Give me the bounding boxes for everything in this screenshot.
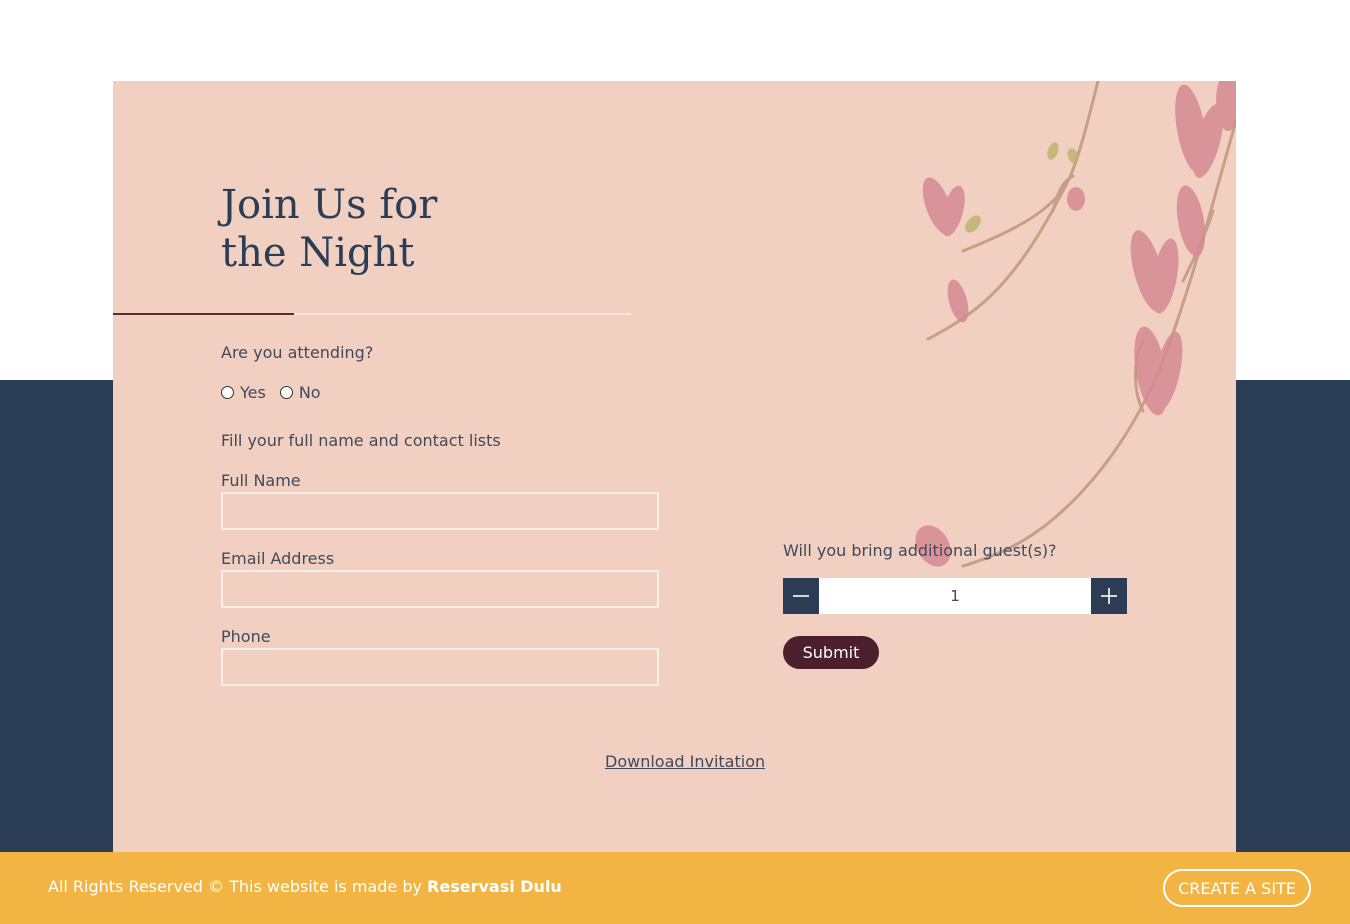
- create-site-button[interactable]: CREATE A SITE: [1163, 869, 1311, 907]
- phone-field[interactable]: [221, 648, 659, 686]
- guest-count-input[interactable]: 1: [819, 578, 1091, 614]
- full-name-field[interactable]: [221, 492, 659, 530]
- attending-question: Are you attending?: [221, 343, 374, 362]
- phone-label: Phone: [221, 627, 271, 646]
- attending-radio-group: Yes No: [221, 383, 335, 402]
- no-radio[interactable]: [279, 386, 293, 399]
- yes-radio-label: Yes: [240, 383, 266, 402]
- radio-option-yes[interactable]: Yes: [221, 383, 266, 402]
- submit-button[interactable]: Submit: [783, 636, 879, 669]
- no-radio-label: No: [298, 383, 321, 402]
- yes-radio[interactable]: [221, 386, 234, 399]
- rsvp-card: Join Us for the Night Are you attending?…: [113, 81, 1236, 852]
- plus-icon: [1101, 588, 1117, 604]
- footer-brand-link[interactable]: Reservasi Dulu: [427, 877, 562, 896]
- minus-icon: [793, 595, 809, 597]
- email-field[interactable]: [221, 570, 659, 608]
- radio-option-no[interactable]: No: [279, 383, 321, 402]
- footer-copyright-text: All Rights Reserved © This website is ma…: [48, 877, 428, 896]
- title-line-1: Join Us for: [221, 182, 438, 228]
- decrement-button[interactable]: [783, 578, 819, 614]
- download-invitation-link[interactable]: Download Invitation: [605, 752, 765, 771]
- email-label: Email Address: [221, 549, 335, 568]
- footer-copyright: All Rights Reserved © This website is ma…: [48, 877, 562, 896]
- contact-heading: Fill your full name and contact lists: [221, 431, 501, 450]
- page-title: Join Us for the Night: [221, 181, 437, 277]
- title-line-2: the Night: [221, 230, 415, 276]
- magnolia-branch-illustration: [915, 81, 1236, 568]
- full-name-label: Full Name: [221, 471, 301, 490]
- guest-quantity-stepper: 1: [783, 578, 1127, 614]
- increment-button[interactable]: [1091, 578, 1127, 614]
- guests-question: Will you bring additional guest(s)?: [783, 541, 1057, 560]
- footer: All Rights Reserved © This website is ma…: [0, 852, 1350, 924]
- title-divider-accent: [113, 313, 294, 315]
